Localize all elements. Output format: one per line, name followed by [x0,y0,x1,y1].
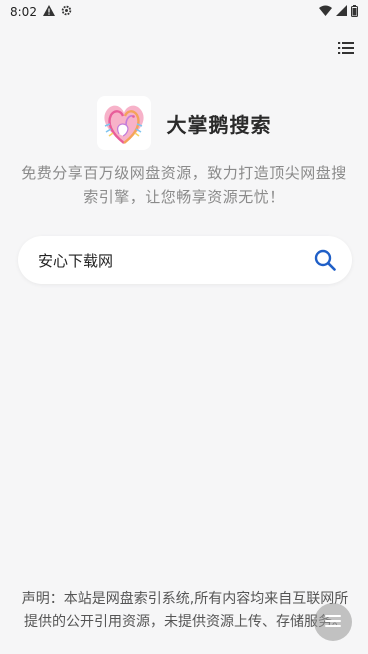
status-time: 8:02 [10,5,37,19]
settings-gear-icon [61,5,72,19]
status-bar: 8:02 [0,0,368,24]
alert-icon [42,5,55,19]
swan-heart-logo [96,96,151,150]
floating-menu-button[interactable] [314,603,352,641]
disclaimer-text: 声明：本站是网盘索引系统,所有内容均来自互联网所提供的公开引用资源，未提供资源上… [21,591,349,630]
brand-name: 大掌鹅搜索 [166,112,272,137]
wifi-icon [319,5,332,19]
status-right [319,4,358,20]
search-input[interactable] [38,251,312,269]
battery-icon [351,4,358,20]
menu-lines-icon [325,613,341,632]
status-left: 8:02 [10,5,72,19]
tagline: 免费分享百万级网盘资源，致力打造顶尖网盘搜索引擎，让您畅享资源无忧！ [21,164,347,206]
list-menu-icon[interactable] [336,38,356,58]
signal-icon [336,5,347,19]
brand-header: 大掌鹅搜索 [0,96,368,150]
search-icon[interactable] [312,247,338,273]
search-bar[interactable] [18,236,352,284]
